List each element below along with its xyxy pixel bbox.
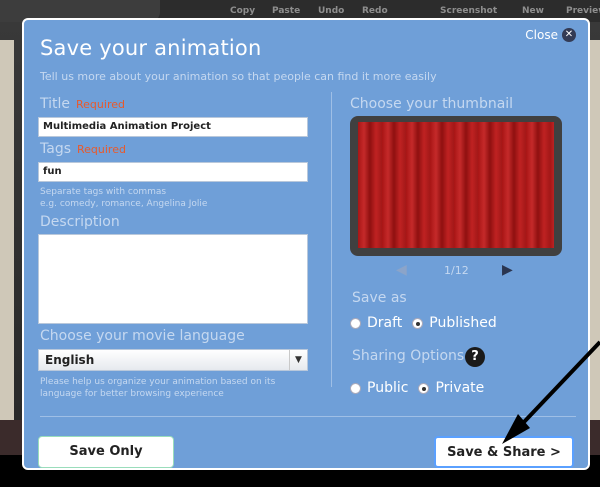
column-divider xyxy=(331,92,332,387)
save-as-group: Draft Published xyxy=(350,315,497,331)
language-select[interactable]: English ▼ xyxy=(38,349,308,371)
bg-preview: Preview xyxy=(566,6,600,16)
thumbnail-counter: 1/12 xyxy=(444,264,469,277)
thumbnail-image[interactable] xyxy=(358,122,554,248)
tags-input[interactable]: fun xyxy=(38,162,308,182)
draft-radio[interactable] xyxy=(350,317,361,329)
tags-hint-line1: Separate tags with commas xyxy=(40,187,167,197)
published-label[interactable]: Published xyxy=(429,315,496,331)
public-radio[interactable] xyxy=(350,382,361,394)
sharing-label: Sharing Options xyxy=(352,348,465,364)
thumbnail-frame xyxy=(350,116,562,256)
public-label[interactable]: Public xyxy=(367,380,408,396)
close-icon: ✕ xyxy=(562,28,576,42)
private-radio[interactable] xyxy=(418,382,430,394)
language-hint-line1: Please help us organize your animation b… xyxy=(40,377,276,387)
tags-label-text: Tags xyxy=(40,141,71,157)
bg-new: New xyxy=(522,6,544,16)
footer-divider xyxy=(40,416,576,417)
private-label[interactable]: Private xyxy=(435,380,484,396)
language-hint: Please help us organize your animation b… xyxy=(40,376,275,400)
dialog-title: Save your animation xyxy=(40,36,262,60)
title-label: Title Required xyxy=(40,96,125,112)
tags-required: Required xyxy=(77,143,126,156)
title-input[interactable]: Multimedia Animation Project xyxy=(38,117,308,137)
save-share-button[interactable]: Save & Share > xyxy=(434,436,574,468)
language-selected: English xyxy=(45,353,95,367)
bg-screenshot: Screenshot xyxy=(440,6,498,16)
draft-label[interactable]: Draft xyxy=(367,315,402,331)
save-animation-dialog: Save your animation Close ✕ Tell us more… xyxy=(22,18,590,470)
title-label-text: Title xyxy=(40,96,71,112)
published-radio[interactable] xyxy=(412,317,424,329)
thumbnail-prev-icon[interactable]: ◀ xyxy=(396,262,407,278)
description-textarea[interactable] xyxy=(38,234,308,324)
save-as-label: Save as xyxy=(352,290,407,306)
tags-label: Tags Required xyxy=(40,141,126,157)
language-label: Choose your movie language xyxy=(40,328,245,344)
help-icon[interactable]: ? xyxy=(465,347,485,367)
save-only-button[interactable]: Save Only xyxy=(38,436,174,468)
description-label: Description xyxy=(40,214,120,230)
thumbnail-next-icon[interactable]: ▶ xyxy=(502,262,513,278)
title-required: Required xyxy=(76,98,125,111)
tags-hint-line2: e.g. comedy, romance, Angelina Jolie xyxy=(40,199,208,209)
tags-hint: Separate tags with commas e.g. comedy, r… xyxy=(40,186,207,210)
bg-undo: Undo xyxy=(318,6,345,16)
close-button[interactable]: Close ✕ xyxy=(525,28,576,42)
dialog-subtitle: Tell us more about your animation so tha… xyxy=(40,70,437,83)
bg-redo: Redo xyxy=(362,6,388,16)
thumbnail-label: Choose your thumbnail xyxy=(350,96,514,112)
bg-copy: Copy xyxy=(230,6,256,16)
close-label: Close xyxy=(525,28,558,42)
chevron-down-icon: ▼ xyxy=(289,350,307,370)
language-hint-line2: language for better browsing experience xyxy=(40,389,224,399)
sharing-group: Public Private xyxy=(350,380,484,396)
bg-left-panel xyxy=(0,40,14,450)
bg-paste: Paste xyxy=(272,6,301,16)
